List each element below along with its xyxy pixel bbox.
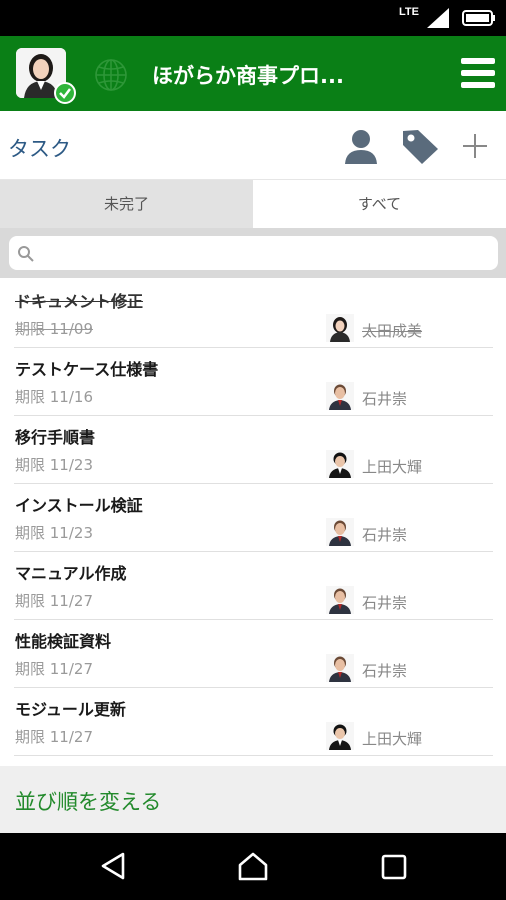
task-assignee: 石井崇 xyxy=(362,662,408,680)
hamburger-menu-icon[interactable] xyxy=(461,58,495,88)
recents-icon[interactable] xyxy=(381,854,407,880)
task-name: テストケース仕様書 xyxy=(15,360,159,379)
task-row[interactable]: インストール検証 期限 11/23 石井崇 xyxy=(0,484,506,552)
task-row[interactable]: マニュアル作成 期限 11/27 石井崇 xyxy=(0,552,506,620)
back-icon[interactable] xyxy=(99,851,127,881)
task-name: モジュール更新 xyxy=(15,700,126,719)
task-assignee: 上田大輝 xyxy=(362,730,423,748)
network-type: LTE xyxy=(399,6,419,18)
task-due: 期限 11/27 xyxy=(15,592,93,610)
task-assignee: 石井崇 xyxy=(362,594,408,612)
home-icon[interactable] xyxy=(237,851,269,881)
task-due: 期限 11/16 xyxy=(15,388,93,406)
task-due: 期限 11/27 xyxy=(15,660,93,678)
male-suit-avatar-icon xyxy=(326,518,354,546)
app-title: ほがらか商事プロ... xyxy=(152,64,344,88)
online-check-badge xyxy=(54,82,76,104)
male-suit-avatar-icon xyxy=(326,382,354,410)
row-divider xyxy=(14,755,493,756)
search-bar xyxy=(0,228,506,278)
task-due: 期限 11/27 xyxy=(15,728,93,746)
search-icon xyxy=(18,246,34,262)
app-bar: ほがらか商事プロ... xyxy=(0,36,506,111)
task-due: 期限 11/23 xyxy=(15,456,93,474)
battery-icon xyxy=(462,10,495,26)
android-nav-bar xyxy=(0,833,506,900)
task-due: 期限 11/09 xyxy=(15,320,93,338)
globe-icon[interactable] xyxy=(94,58,128,92)
task-row[interactable]: ドキュメント修正 期限 11/09 太田成美 xyxy=(0,280,506,348)
tag-icon[interactable] xyxy=(400,127,440,165)
search-input[interactable] xyxy=(9,236,498,270)
add-task-icon[interactable] xyxy=(462,133,488,159)
signal-icon xyxy=(427,8,449,28)
task-row[interactable]: 移行手順書 期限 11/23 上田大輝 xyxy=(0,416,506,484)
task-name: インストール検証 xyxy=(15,496,143,515)
task-assignee: 上田大輝 xyxy=(362,458,423,476)
sort-bar[interactable]: 並び順を変える xyxy=(0,766,506,833)
task-header: タスク xyxy=(0,111,506,180)
tab-incomplete[interactable]: 未完了 xyxy=(0,180,253,228)
task-name: 移行手順書 xyxy=(15,428,96,447)
sort-button[interactable]: 並び順を変える xyxy=(15,786,161,816)
female-avatar-icon xyxy=(326,314,354,342)
task-due: 期限 11/23 xyxy=(15,524,93,542)
male-suit-avatar-icon xyxy=(326,654,354,682)
check-icon xyxy=(59,88,71,99)
task-assignee: 太田成美 xyxy=(362,322,423,340)
task-row[interactable]: モジュール更新 期限 11/27 上田大輝 xyxy=(0,688,506,756)
filter-tabs: 未完了 すべて xyxy=(0,180,506,228)
task-name: ドキュメント修正 xyxy=(15,292,144,311)
tab-all[interactable]: すべて xyxy=(253,180,506,228)
male-suit-avatar-icon xyxy=(326,586,354,614)
status-bar: LTE xyxy=(0,0,506,36)
user-avatar[interactable] xyxy=(16,48,76,104)
task-assignee: 石井崇 xyxy=(362,390,408,408)
male-young-avatar-icon xyxy=(326,450,354,478)
task-assignee: 石井崇 xyxy=(362,526,408,544)
male-young-avatar-icon xyxy=(326,722,354,750)
task-title: タスク xyxy=(8,137,71,161)
task-row[interactable]: テストケース仕様書 期限 11/16 石井崇 xyxy=(0,348,506,416)
task-name: マニュアル作成 xyxy=(15,564,127,583)
task-row[interactable]: 性能検証資料 期限 11/27 石井崇 xyxy=(0,620,506,688)
task-name: 性能検証資料 xyxy=(15,632,112,651)
person-filter-icon[interactable] xyxy=(343,128,379,164)
